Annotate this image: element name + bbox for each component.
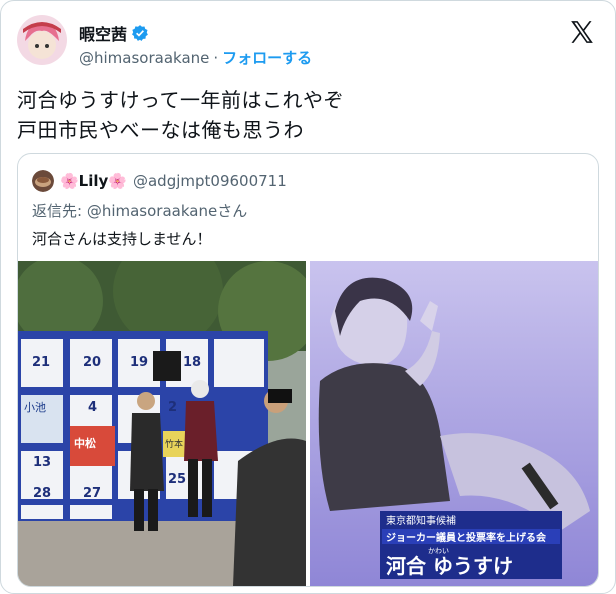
- slot-number: 18: [183, 355, 201, 370]
- verified-badge-icon: [132, 25, 148, 41]
- tweet-text-line-1: 河合ゆうすけって一年前はこれやぞ: [17, 88, 344, 112]
- tweet-card: 暇空茜 @himasoraakane · フォローする 河合ゆうすけって一年前は…: [0, 0, 616, 594]
- reply-to-label[interactable]: 返信先: @himasoraakaneさん: [32, 200, 247, 221]
- author-handle[interactable]: @himasoraakane: [79, 49, 209, 67]
- follow-button[interactable]: フォローする: [222, 47, 312, 68]
- author-avatar[interactable]: [17, 15, 67, 65]
- poster-name: 中松: [74, 436, 96, 450]
- ad-title-line: 東京都知事候補: [386, 514, 456, 527]
- x-logo-icon[interactable]: [569, 19, 595, 45]
- slot-number: 21: [32, 355, 50, 370]
- quoted-author-handle[interactable]: @adgjmpt09600711: [133, 172, 287, 190]
- tweet-text-line-2: 戸田市民やべーなは俺も思うわ: [17, 118, 304, 142]
- slot-number: 20: [83, 355, 101, 370]
- slot-number: 4: [88, 400, 97, 415]
- slot-number: 25: [168, 472, 186, 487]
- campaign-ad-photo[interactable]: 東京都知事候補 ジョーカー議員と投票率を上げる会 かわい 河合 ゆうすけ: [310, 261, 598, 586]
- slot-number: 28: [33, 486, 51, 501]
- slot-number: 27: [83, 486, 101, 501]
- quoted-tweet[interactable]: 🌸Lily🌸 @adgjmpt09600711 返信先: @himasoraak…: [17, 153, 599, 587]
- slot-number: 13: [33, 455, 51, 470]
- ad-org-line: ジョーカー議員と投票率を上げる会: [386, 531, 546, 544]
- ad-candidate-name: 河合 ゆうすけ: [386, 554, 513, 578]
- separator-dot: ·: [213, 48, 219, 67]
- quoted-tweet-text: 河合さんは支持しません！: [32, 230, 212, 248]
- slot-number: 2: [168, 400, 177, 415]
- tweet-body: 河合ゆうすけって一年前はこれやぞ 戸田市民やべーなは俺も思うわ: [17, 85, 344, 145]
- quoted-author-avatar[interactable]: [32, 170, 54, 192]
- poster-name: 小池: [24, 401, 46, 414]
- poster-board-photo[interactable]: 21 20 19 18 4 2 13 25 28 27 26 小池 中松 竹本: [18, 261, 306, 586]
- author-name[interactable]: 暇空茜: [79, 21, 127, 45]
- slot-number: 19: [130, 355, 148, 370]
- poster-name: 竹本: [165, 438, 183, 450]
- quoted-author-name[interactable]: 🌸Lily🌸: [60, 172, 127, 190]
